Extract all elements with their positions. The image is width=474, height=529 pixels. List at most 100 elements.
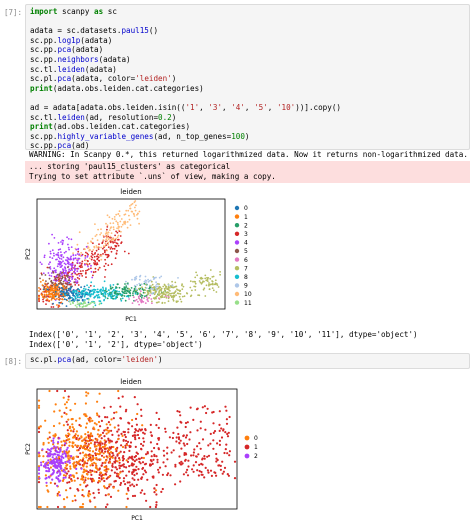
scatter-point	[64, 263, 67, 266]
scatter-point	[122, 430, 125, 433]
scatter-point	[149, 423, 152, 426]
scatter-point	[181, 295, 184, 298]
scatter-point	[116, 236, 119, 238]
scatter-point	[84, 402, 87, 405]
scatter-point	[192, 454, 195, 457]
scatter-point	[127, 489, 130, 492]
scatter-point	[120, 299, 123, 302]
scatter-point	[88, 257, 91, 260]
scatter-point	[215, 460, 218, 463]
scatter-point	[77, 489, 80, 492]
scatter-point	[100, 255, 103, 257]
scatter-point	[206, 279, 208, 282]
scatter-point	[68, 461, 71, 464]
code-cell-8[interactable]: sc.pl.pca(ad, color='leiden')	[25, 353, 470, 369]
scatter-point	[83, 460, 86, 463]
scatter-point	[49, 454, 52, 457]
legend-label: 6	[244, 257, 248, 264]
scatter-point	[60, 241, 62, 243]
scatter-point	[76, 444, 79, 448]
scatter-point	[114, 241, 116, 243]
scatter-point	[48, 389, 51, 393]
scatter-point	[64, 461, 67, 464]
scatter-point	[164, 284, 166, 287]
scatter-point	[215, 291, 218, 293]
scatter-point	[110, 451, 113, 454]
scatter-point	[148, 280, 151, 282]
scatter-point	[65, 290, 68, 292]
scatter-point	[189, 406, 192, 409]
scatter-point	[74, 296, 77, 299]
scatter-point	[151, 302, 153, 305]
scatter-point	[133, 396, 136, 399]
scatter-point	[76, 273, 78, 276]
scatter-point	[155, 501, 158, 504]
scatter-point	[140, 296, 143, 299]
scatter-point	[73, 281, 76, 284]
scatter-point	[51, 288, 54, 291]
scatter-point	[123, 250, 126, 253]
scatter-point	[172, 292, 174, 294]
scatter-point	[96, 452, 99, 455]
scatter-point	[204, 466, 207, 469]
scatter-point	[82, 495, 85, 498]
scatter-point	[85, 456, 88, 459]
scatter-point	[212, 275, 215, 278]
scatter-point	[61, 239, 64, 242]
scatter-point	[159, 295, 162, 298]
scatter-point	[42, 290, 45, 293]
scatter-point	[60, 290, 63, 292]
scatter-point	[113, 218, 116, 221]
scatter-point	[189, 286, 192, 289]
scatter-point	[109, 405, 112, 408]
scatter-point	[212, 422, 215, 425]
scatter-point	[218, 423, 221, 426]
scatter-point	[125, 492, 128, 495]
scatter-point	[154, 505, 157, 509]
scatter-point	[127, 428, 130, 431]
stderr-output: ... storing 'paul15_clusters' as categor…	[25, 161, 470, 183]
scatter-point	[70, 283, 72, 286]
scatter-point	[161, 296, 164, 298]
scatter-point	[218, 443, 221, 446]
scatter-point	[72, 298, 75, 301]
scatter-point	[80, 286, 82, 289]
scatter-point	[45, 450, 48, 454]
scatter-point	[139, 290, 142, 293]
scatter-point	[59, 448, 62, 452]
scatter-point	[37, 404, 41, 407]
scatter-point	[124, 223, 126, 225]
scatter-point	[217, 286, 220, 288]
scatter-point	[69, 269, 72, 272]
code-cell-7[interactable]: import scanpy as sc adata = sc.datasets.…	[25, 4, 470, 150]
scatter-point	[100, 258, 103, 261]
scatter-point	[111, 286, 114, 289]
scatter-point	[49, 466, 52, 469]
scatter-point	[163, 287, 166, 290]
scatter-point	[83, 413, 86, 416]
scatter-point	[81, 295, 83, 298]
scatter-point	[179, 463, 182, 466]
scatter-point	[225, 418, 228, 421]
scatter-point	[104, 268, 107, 271]
scatter-point	[126, 497, 129, 500]
scatter-point	[47, 459, 50, 462]
scatter-point	[120, 230, 122, 233]
scatter-point	[44, 463, 47, 466]
scatter-point	[183, 295, 186, 298]
scatter-point	[124, 483, 127, 486]
scatter-point	[144, 462, 148, 465]
scatter-point	[86, 304, 89, 306]
scatter-point	[212, 289, 215, 292]
scatter-point	[70, 418, 73, 421]
scatter-point	[167, 472, 170, 475]
scatter-point	[110, 263, 113, 266]
scatter-point	[67, 289, 70, 292]
scatter-point	[207, 471, 210, 474]
scatter-point	[121, 464, 124, 467]
scatter-point	[123, 451, 126, 454]
scatter-point	[219, 271, 222, 273]
legend-marker	[234, 300, 240, 305]
scatter-point	[49, 481, 52, 484]
scatter-point	[37, 451, 41, 454]
